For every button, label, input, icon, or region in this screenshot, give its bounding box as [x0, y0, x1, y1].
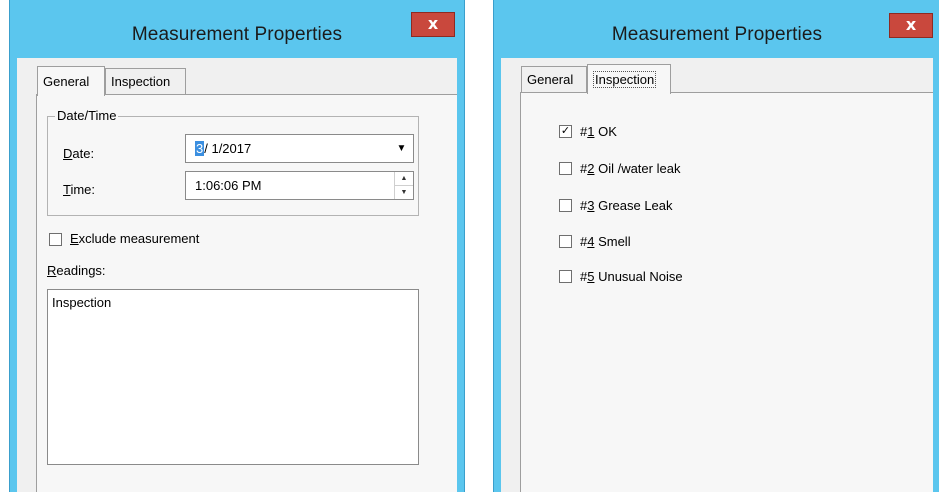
chevron-down-icon[interactable]: ▼: [390, 135, 413, 162]
exclude-label-accesskey: E: [70, 231, 79, 246]
general-tab-panel: Date/Time Date: 3/ 1/2017 ▼ Time: 1:06:0…: [36, 94, 457, 492]
inspection-item-checkbox[interactable]: [559, 235, 572, 248]
time-label: Time:: [63, 182, 95, 197]
tab-inspection[interactable]: Inspection: [587, 64, 671, 94]
date-time-group-label: Date/Time: [55, 108, 119, 123]
close-icon: x: [427, 14, 439, 33]
inspection-item-label[interactable]: #2 Oil /water leak: [580, 161, 680, 176]
date-time-groupbox: Date/Time Date: 3/ 1/2017 ▼ Time: 1:06:0…: [47, 108, 419, 216]
spin-down-icon[interactable]: ▼: [395, 186, 413, 199]
inspection-tab-panel: ✓ #1 OK #2 Oil /water leak #3 Grease Lea…: [520, 92, 933, 492]
date-label: Date:: [63, 146, 94, 161]
exclude-measurement-label[interactable]: Exclude measurement: [70, 231, 199, 246]
readings-label-text: eadings:: [56, 263, 106, 278]
dialog-title: Measurement Properties: [131, 24, 343, 45]
tab-inspection-label: Inspection: [593, 71, 657, 88]
inspection-item-checkbox[interactable]: [559, 199, 572, 212]
readings-label-accesskey: R: [47, 263, 57, 278]
inspection-item-checkbox[interactable]: [559, 270, 572, 283]
inspection-item-label[interactable]: #4 Smell: [580, 234, 631, 249]
measurement-properties-dialog-general: Measurement Properties x General Inspect…: [9, 0, 465, 492]
dialog-title: Measurement Properties: [611, 24, 823, 45]
tab-inspection[interactable]: Inspection: [105, 68, 186, 94]
inspection-item-label[interactable]: #3 Grease Leak: [580, 198, 673, 213]
readings-textarea[interactable]: Inspection: [47, 289, 419, 465]
date-picker[interactable]: 3/ 1/2017 ▼: [185, 134, 414, 163]
inspection-item-label[interactable]: #1 OK: [580, 124, 617, 139]
inspection-item-checkbox[interactable]: [559, 162, 572, 175]
date-value: 3/ 1/2017: [195, 141, 251, 156]
spin-up-icon[interactable]: ▲: [395, 172, 413, 186]
date-value-rest: / 1/2017: [204, 141, 252, 156]
close-button[interactable]: x: [889, 13, 933, 38]
date-month-selected: 3: [195, 141, 205, 156]
measurement-properties-dialog-inspection: Measurement Properties x General Inspect…: [493, 0, 939, 492]
time-value: 1:06:06 PM: [195, 178, 262, 193]
date-label-text: ate:: [72, 146, 95, 161]
close-icon: x: [905, 15, 917, 34]
dialog-client-area: General Inspection Date/Time Date: 3/ 1/…: [17, 58, 457, 492]
close-button[interactable]: x: [411, 12, 455, 37]
tab-general[interactable]: General: [37, 66, 105, 96]
date-label-accesskey: D: [63, 146, 73, 161]
title-bar[interactable]: Measurement Properties x: [494, 0, 939, 58]
time-spinner[interactable]: ▲ ▼: [394, 172, 413, 199]
exclude-measurement-checkbox[interactable]: [49, 233, 62, 246]
time-picker[interactable]: 1:06:06 PM ▲ ▼: [185, 171, 414, 200]
time-label-text: ime:: [70, 182, 96, 197]
exclude-label-text: xclude measurement: [78, 231, 200, 246]
inspection-item-checkbox[interactable]: ✓: [559, 125, 572, 138]
title-bar[interactable]: Measurement Properties x: [10, 0, 464, 58]
readings-label: Readings:: [47, 263, 106, 278]
dialog-client-area: General Inspection ✓ #1 OK #2 Oil /water…: [501, 58, 933, 492]
checkmark-icon: ✓: [560, 125, 571, 137]
inspection-item-label[interactable]: #5 Unusual Noise: [580, 269, 683, 284]
tab-general[interactable]: General: [521, 66, 587, 92]
